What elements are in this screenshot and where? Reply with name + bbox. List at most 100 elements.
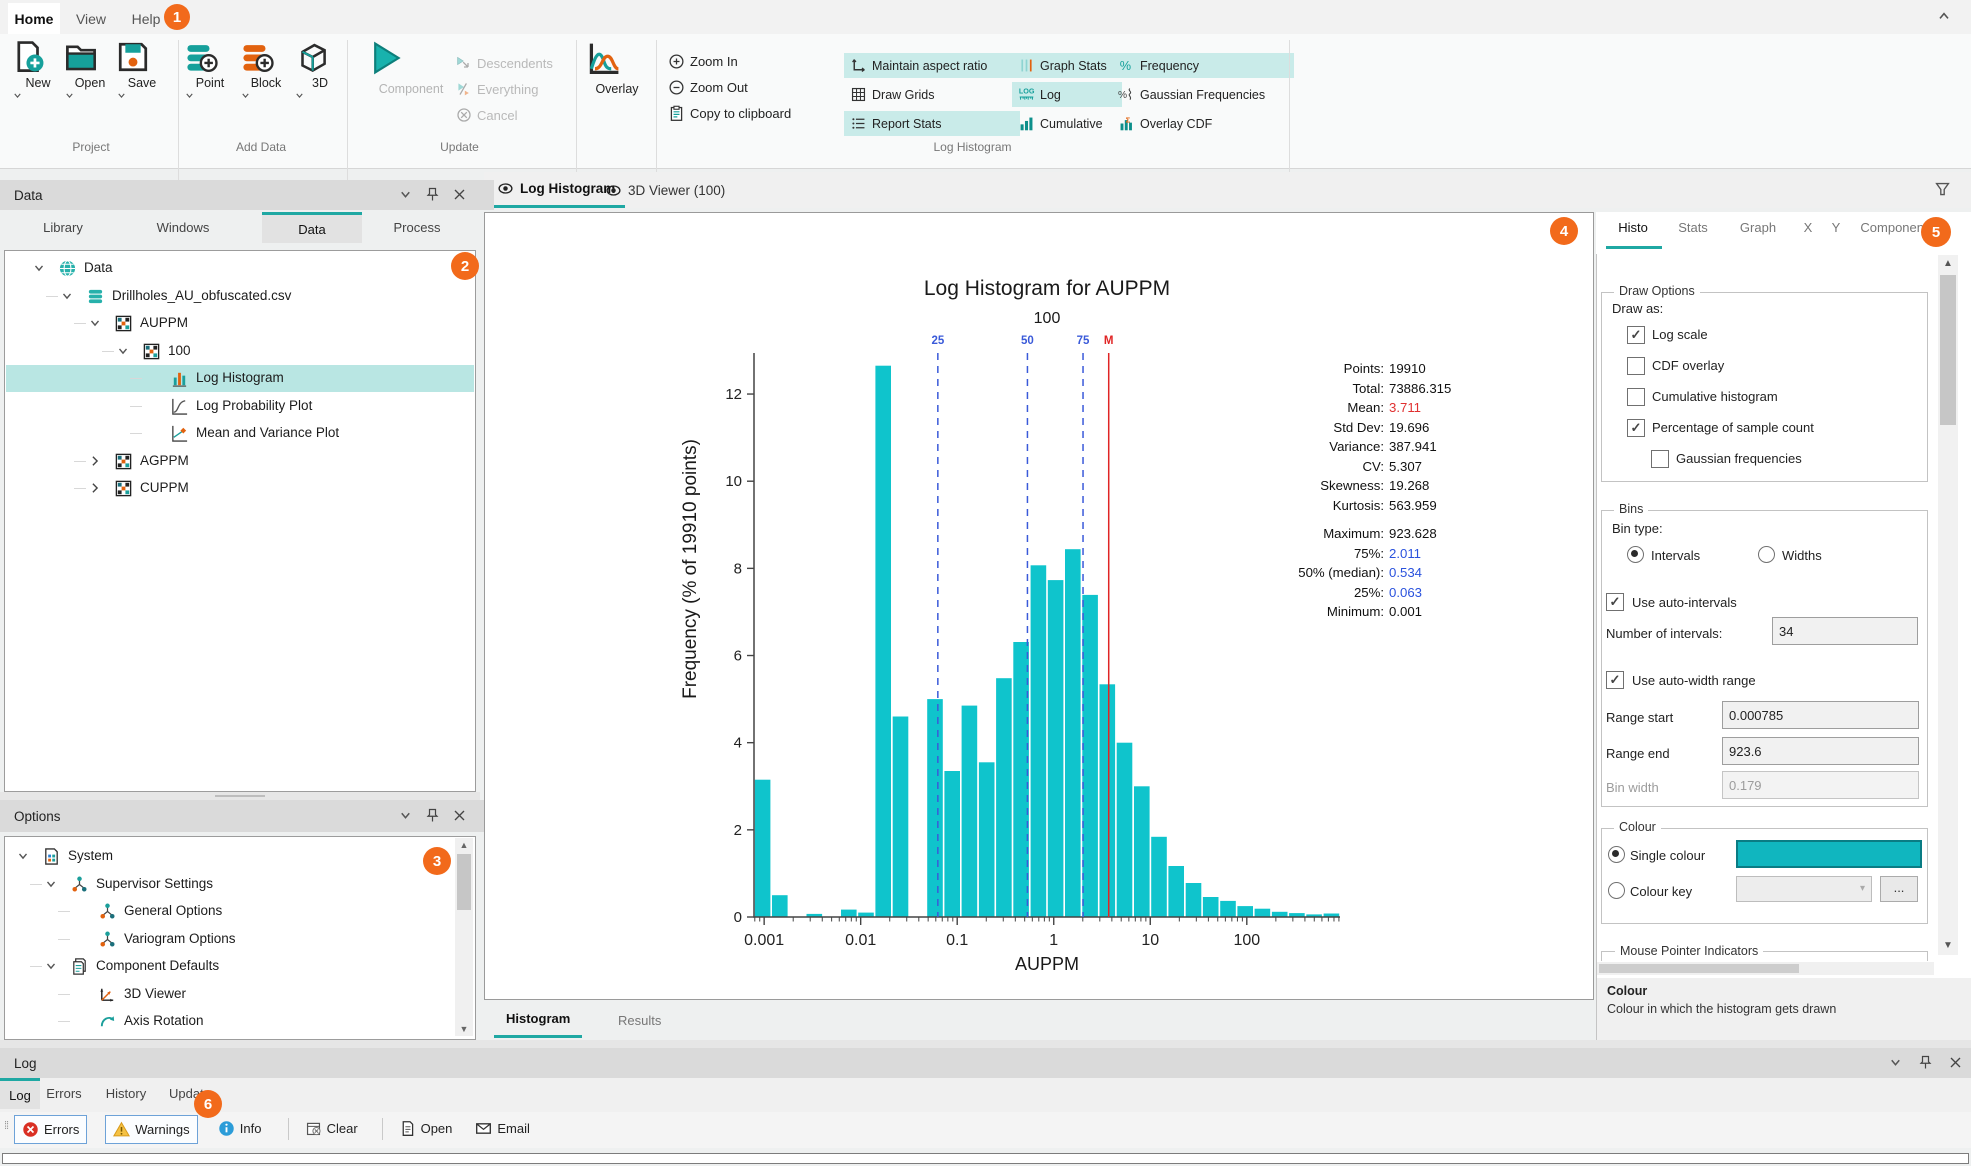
tree-item-general-options[interactable]: General Options (6, 898, 454, 925)
overlay-button[interactable]: Overlay (586, 40, 648, 152)
errors-log-button[interactable]: Errors (14, 1115, 87, 1144)
ribbon-tab-home[interactable]: Home (8, 3, 60, 37)
properties-tab-x[interactable]: X (1796, 212, 1820, 243)
colour-key-more-button[interactable]: ... (1880, 876, 1918, 902)
colour-key-radio[interactable] (1608, 882, 1625, 899)
log-panel-pin-icon[interactable] (1918, 1055, 1933, 1070)
chart-tab-results[interactable]: Results (606, 1002, 673, 1038)
add-3d-data-button[interactable]: 3D (294, 40, 346, 152)
gaussian-frequencies-toggle[interactable]: %Gaussian Frequencies (1112, 82, 1294, 107)
expander-open-icon[interactable] (16, 849, 30, 863)
log-panel-collapse-icon[interactable] (1888, 1055, 1903, 1070)
open-button[interactable]: Open (64, 40, 116, 152)
update-component-button[interactable]: Component (368, 40, 454, 152)
tree-item-system[interactable]: System (6, 843, 454, 870)
point-dropdown-icon[interactable] (184, 90, 236, 101)
block-dropdown-icon[interactable] (240, 90, 292, 101)
cumulative-toggle[interactable]: Cumulative (1012, 111, 1122, 136)
tree-item-cuppm[interactable]: CUPPM (6, 475, 474, 502)
data-panel-tab-windows[interactable]: Windows (118, 212, 248, 243)
expander-open-icon[interactable] (116, 344, 130, 358)
tree-item-mean-and-variance-plot[interactable]: Mean and Variance Plot (6, 420, 474, 447)
scroll-up-icon[interactable]: ▲ (1938, 255, 1958, 273)
open-dropdown-icon[interactable] (64, 90, 116, 101)
expander-closed-icon[interactable] (88, 454, 102, 468)
graph-stats-toggle[interactable]: Graph Stats (1012, 53, 1122, 78)
properties-tab-graph[interactable]: Graph (1732, 212, 1784, 243)
log-tab-history[interactable]: History (96, 1078, 156, 1109)
gaussian-frequencies-checkbox[interactable] (1651, 450, 1669, 468)
clear-log-button[interactable]: Clear (298, 1115, 365, 1142)
colour-key-label[interactable]: Colour key (1630, 884, 1692, 899)
overlay-cdf-toggle[interactable]: ΣOverlay CDF (1112, 111, 1294, 136)
scroll-down-icon[interactable]: ▼ (1938, 937, 1958, 955)
properties-scrollbar[interactable]: ▲ ▼ (1938, 255, 1958, 955)
ribbon-collapse-icon[interactable] (1936, 8, 1952, 24)
log-toggle[interactable]: LOGLog (1012, 82, 1122, 107)
tree-item-agppm[interactable]: AGPPM (6, 448, 474, 475)
ribbon-tab-view[interactable]: View (66, 3, 116, 34)
3d-dropdown-icon[interactable] (294, 90, 346, 101)
options-panel-close-icon[interactable] (452, 808, 467, 823)
single-colour-label[interactable]: Single colour (1630, 848, 1705, 863)
expander-open-icon[interactable] (32, 261, 46, 275)
update-descendents-button[interactable]: Descendents (456, 52, 553, 74)
doc-tab-3d-viewer[interactable]: 3D Viewer (100) (596, 172, 735, 208)
zoom-in-button[interactable]: Zoom In (668, 50, 738, 72)
options-panel-pin-icon[interactable] (425, 808, 440, 823)
save-dropdown-icon[interactable] (116, 90, 168, 101)
new-button[interactable]: New (12, 40, 64, 152)
data-panel-pin-icon[interactable] (425, 187, 440, 202)
intervals-radio[interactable] (1627, 546, 1644, 563)
range-start-field[interactable] (1722, 701, 1919, 729)
tree-item-auppm[interactable]: AUPPM (6, 310, 474, 337)
log-panel-close-icon[interactable] (1948, 1055, 1963, 1070)
update-everything-button[interactable]: Everything (456, 78, 538, 100)
properties-tab-y[interactable]: Y (1824, 212, 1848, 243)
log-tab-errors[interactable]: Errors (36, 1078, 92, 1109)
options-scrollbar[interactable]: ▲ ▼ (455, 838, 473, 1036)
expander-open-icon[interactable] (60, 289, 74, 303)
toolbar-grip-icon[interactable]: ⁞⁞ (4, 1120, 8, 1132)
add-block-data-button[interactable]: Block (240, 40, 292, 152)
zoom-out-button[interactable]: Zoom Out (668, 76, 748, 98)
expander-open-icon[interactable] (88, 316, 102, 330)
properties-tab-histo[interactable]: Histo (1610, 212, 1656, 243)
tree-item-variogram-options[interactable]: Variogram Options (6, 926, 454, 953)
single-colour-radio[interactable] (1608, 846, 1625, 863)
tree-item-log-probability-plot[interactable]: Log Probability Plot (6, 393, 474, 420)
copy-to-clipboard-button[interactable]: Copy to clipboard (668, 102, 791, 124)
data-panel-tab-data[interactable]: Data (262, 212, 362, 243)
properties-scrollbar-thumb[interactable] (1940, 275, 1956, 425)
tree-item-drillholes-au-obfuscated-csv[interactable]: Drillholes_AU_obfuscated.csv (6, 283, 474, 310)
options-scrollbar-thumb[interactable] (457, 854, 471, 910)
properties-tab-stats[interactable]: Stats (1670, 212, 1716, 243)
report-stats-toggle[interactable]: Report Stats (844, 111, 1020, 136)
data-panel-tab-library[interactable]: Library (14, 212, 112, 243)
add-point-data-button[interactable]: Point (184, 40, 236, 152)
ribbon-tab-help[interactable]: Help (122, 3, 170, 34)
percentage-of-sample-count-checkbox[interactable]: ✓ (1627, 419, 1645, 437)
email-log-button[interactable]: Email (468, 1115, 537, 1142)
update-cancel-button[interactable]: Cancel (456, 104, 517, 126)
data-panel-tab-process[interactable]: Process (366, 212, 468, 243)
widths-radio[interactable] (1758, 546, 1775, 563)
draw-grids-toggle[interactable]: Draw Grids (844, 82, 1020, 107)
cdf-overlay-checkbox[interactable] (1627, 357, 1645, 375)
panel-splitter[interactable] (0, 792, 480, 800)
log-tab-log[interactable]: Log (0, 1078, 40, 1109)
data-panel-close-icon[interactable] (452, 187, 467, 202)
expander-open-icon[interactable] (44, 959, 58, 973)
tree-item-data[interactable]: Data (6, 255, 474, 282)
tab-list-filter-icon[interactable] (1934, 181, 1951, 198)
chart-tab-histogram[interactable]: Histogram (494, 1002, 582, 1038)
expander-open-icon[interactable] (44, 877, 58, 891)
warnings-log-button[interactable]: Warnings (105, 1115, 197, 1144)
tree-item-axis-rotation[interactable]: Axis Rotation (6, 1008, 454, 1035)
tree-item-log-histogram[interactable]: Log Histogram (6, 365, 474, 392)
log-splitter[interactable] (0, 1040, 1971, 1048)
range-end-field[interactable] (1722, 737, 1919, 765)
tree-item-component-defaults[interactable]: Component Defaults (6, 953, 454, 980)
options-panel-collapse-icon[interactable] (398, 808, 413, 823)
data-panel-collapse-icon[interactable] (398, 187, 413, 202)
